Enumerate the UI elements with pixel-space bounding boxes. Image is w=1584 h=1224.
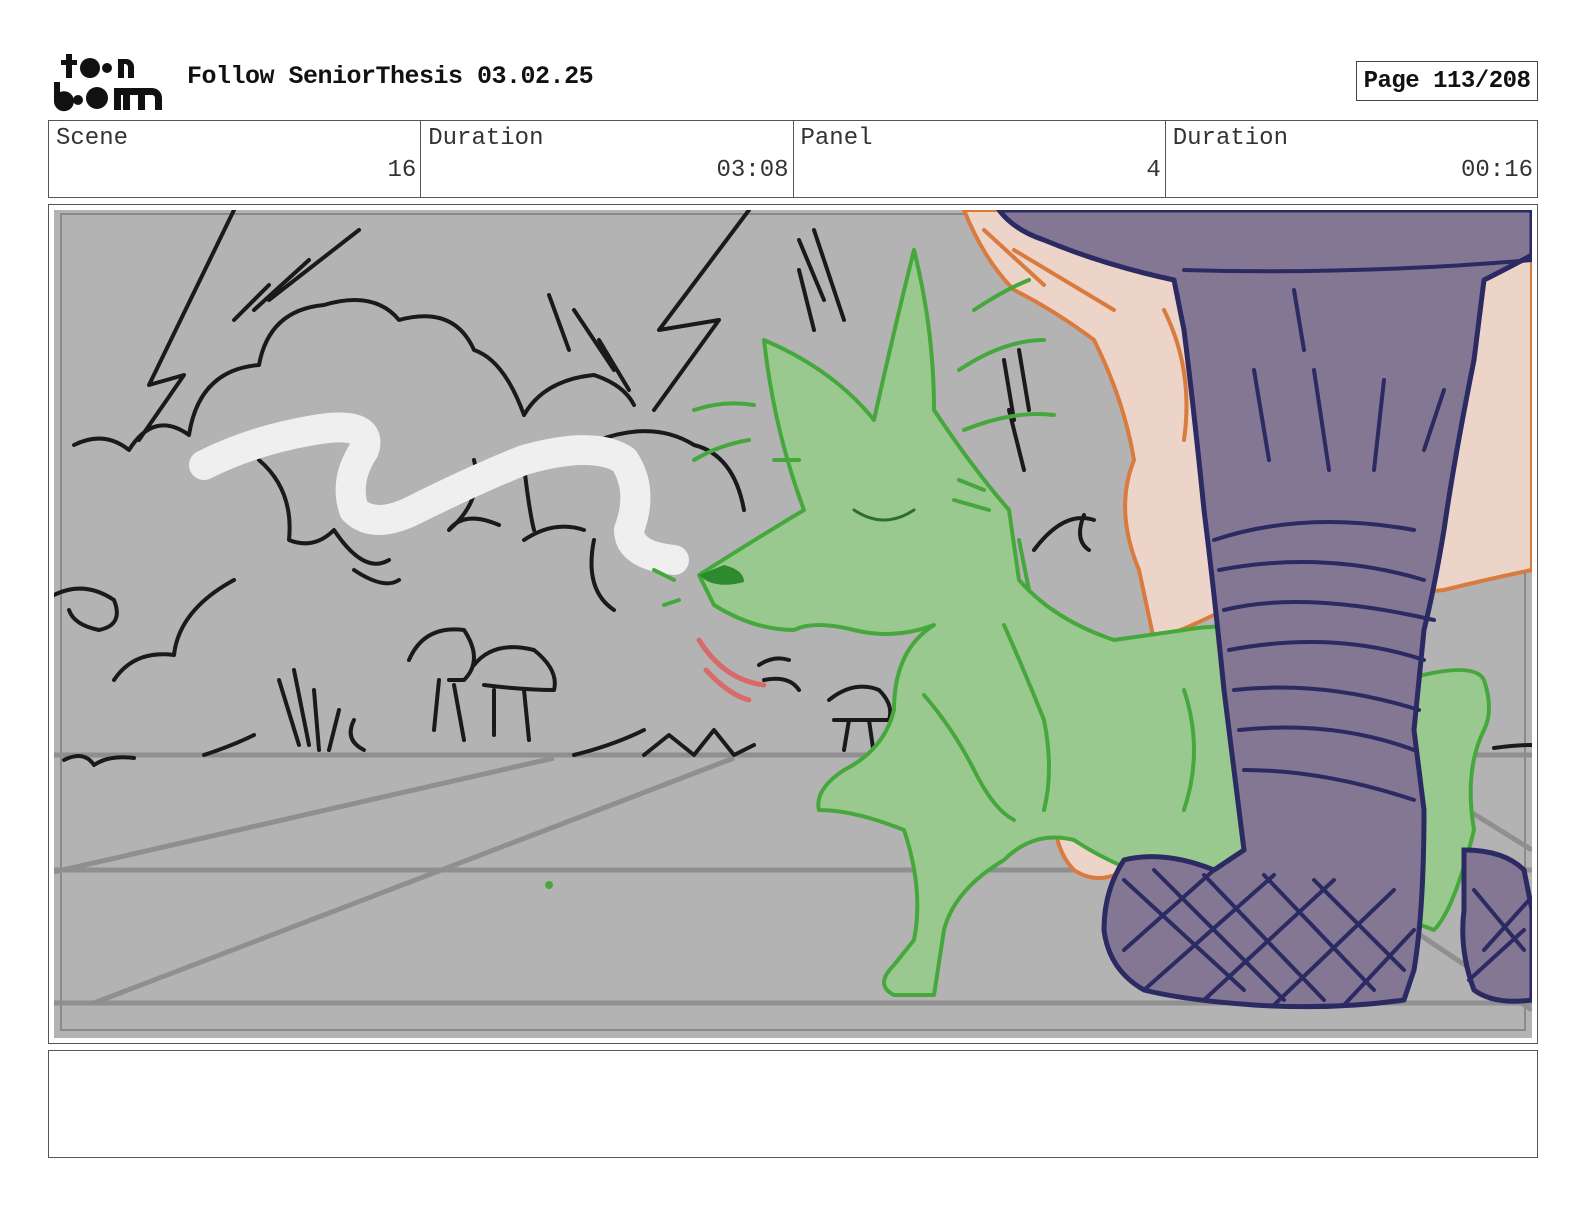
scene-duration-cell: Duration 03:08: [421, 121, 794, 197]
toon-boom-logo: [53, 54, 162, 112]
panel-cell: Panel 4: [794, 121, 1166, 197]
scene-cell: Scene 16: [49, 121, 422, 197]
panel-value: 4: [1146, 157, 1161, 184]
scene-value: 16: [387, 157, 417, 184]
panel-duration-value: 00:16: [1460, 157, 1533, 184]
logo-top-word: [61, 54, 134, 78]
panel-illustration: [54, 210, 1532, 1038]
scene-label: Scene: [56, 125, 129, 152]
scene-info-row: Scene 16 Duration 03:08 Panel 4 Duration…: [48, 120, 1538, 198]
panel-duration-cell: Duration 00:16: [1166, 121, 1537, 197]
panel-label: Panel: [800, 125, 873, 152]
panel-duration-label: Duration: [1172, 125, 1288, 152]
scene-duration-label: Duration: [428, 125, 544, 152]
page-indicator: Page 113/208: [1356, 61, 1538, 101]
panel-notes-box: [48, 1050, 1538, 1158]
green-speck: [545, 881, 553, 889]
document-title: Follow SeniorThesis 03.02.25: [187, 62, 594, 91]
logo-bottom-word: [53, 82, 162, 112]
scene-duration-value: 03:08: [716, 157, 789, 184]
storyboard-panel: [48, 204, 1538, 1044]
